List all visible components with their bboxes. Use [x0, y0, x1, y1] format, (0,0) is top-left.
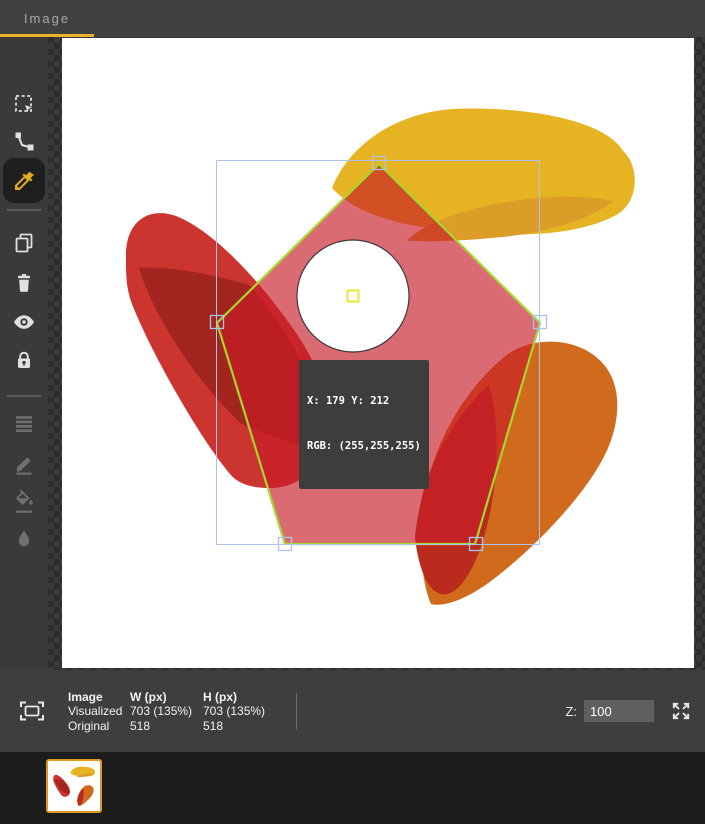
canvas-background: X: 179 Y: 212 RGB: (255,255,255): [48, 37, 705, 670]
table-original-height: 518: [203, 718, 224, 733]
lock-button[interactable]: [0, 346, 48, 374]
rect-select-button[interactable]: [0, 90, 48, 118]
layers-button[interactable]: [0, 410, 48, 438]
lock-icon: [18, 351, 30, 368]
image-size-table: Image W (px) H (px) Visualized 703 (135%…: [68, 689, 283, 733]
filmstrip: [0, 752, 705, 824]
droplet-icon: [18, 530, 30, 547]
delete-button[interactable]: [0, 269, 48, 297]
top-tab-bar: Image: [0, 0, 705, 37]
layers-icon: [16, 416, 32, 432]
fullscreen-button[interactable]: [670, 700, 692, 722]
trash-icon: [18, 274, 30, 292]
table-row-visualized-label: Visualized: [68, 704, 123, 718]
circle-annotation[interactable]: [296, 239, 410, 353]
status-bar: Image W (px) H (px) Visualized 703 (135%…: [0, 670, 705, 752]
image-canvas[interactable]: X: 179 Y: 212 RGB: (255,255,255): [62, 38, 694, 668]
status-bar-divider: [296, 693, 297, 729]
toolbar-divider-2: [7, 395, 41, 397]
pixel-tooltip-coords: X: 179 Y: 212: [307, 395, 390, 407]
image-thumbnail[interactable]: [46, 759, 102, 813]
paint-bucket-icon: [16, 490, 33, 513]
pixel-tooltip-rgb: RGB: (255,255,255): [307, 440, 421, 452]
zoom-control-group: Z:: [565, 700, 692, 722]
pixel-tooltip: X: 179 Y: 212 RGB: (255,255,255): [299, 360, 429, 489]
eyedropper-button[interactable]: [3, 158, 45, 203]
toolbar-divider-1: [7, 209, 41, 211]
canvas-graphics: [125, 108, 635, 605]
table-header-image: Image: [68, 689, 103, 704]
zoom-label: Z:: [565, 703, 577, 719]
polyline-select-button[interactable]: [0, 128, 48, 156]
table-visualized-height: 703 (135%): [203, 704, 266, 718]
eyedropper-icon: [15, 171, 35, 190]
fullscreen-icon: [672, 702, 690, 720]
left-toolbar: [0, 37, 48, 670]
blur-button[interactable]: [0, 525, 48, 553]
table-header-width: W (px): [130, 689, 167, 704]
visibility-button[interactable]: [0, 308, 48, 336]
rect-select-icon: [15, 95, 32, 112]
zoom-input[interactable]: [584, 700, 654, 722]
table-header-height: H (px): [203, 689, 237, 704]
polyline-select-icon: [15, 132, 34, 151]
workspace: X: 179 Y: 212 RGB: (255,255,255): [0, 37, 705, 670]
pencil-icon: [16, 457, 32, 475]
tab-image[interactable]: Image: [0, 0, 94, 37]
thumbnail-graphic: [48, 761, 100, 811]
eye-icon: [14, 315, 34, 329]
fit-to-screen-button[interactable]: [18, 698, 48, 724]
copy-button[interactable]: [0, 229, 48, 257]
tab-image-label: Image: [23, 11, 71, 26]
table-row-original-label: Original: [68, 718, 110, 733]
copy-icon: [15, 233, 33, 253]
table-visualized-width: 703 (135%): [130, 704, 193, 718]
table-original-width: 518: [130, 718, 151, 733]
draw-button[interactable]: [0, 450, 48, 478]
fill-button[interactable]: [0, 488, 48, 516]
fit-to-screen-icon: [20, 701, 44, 721]
